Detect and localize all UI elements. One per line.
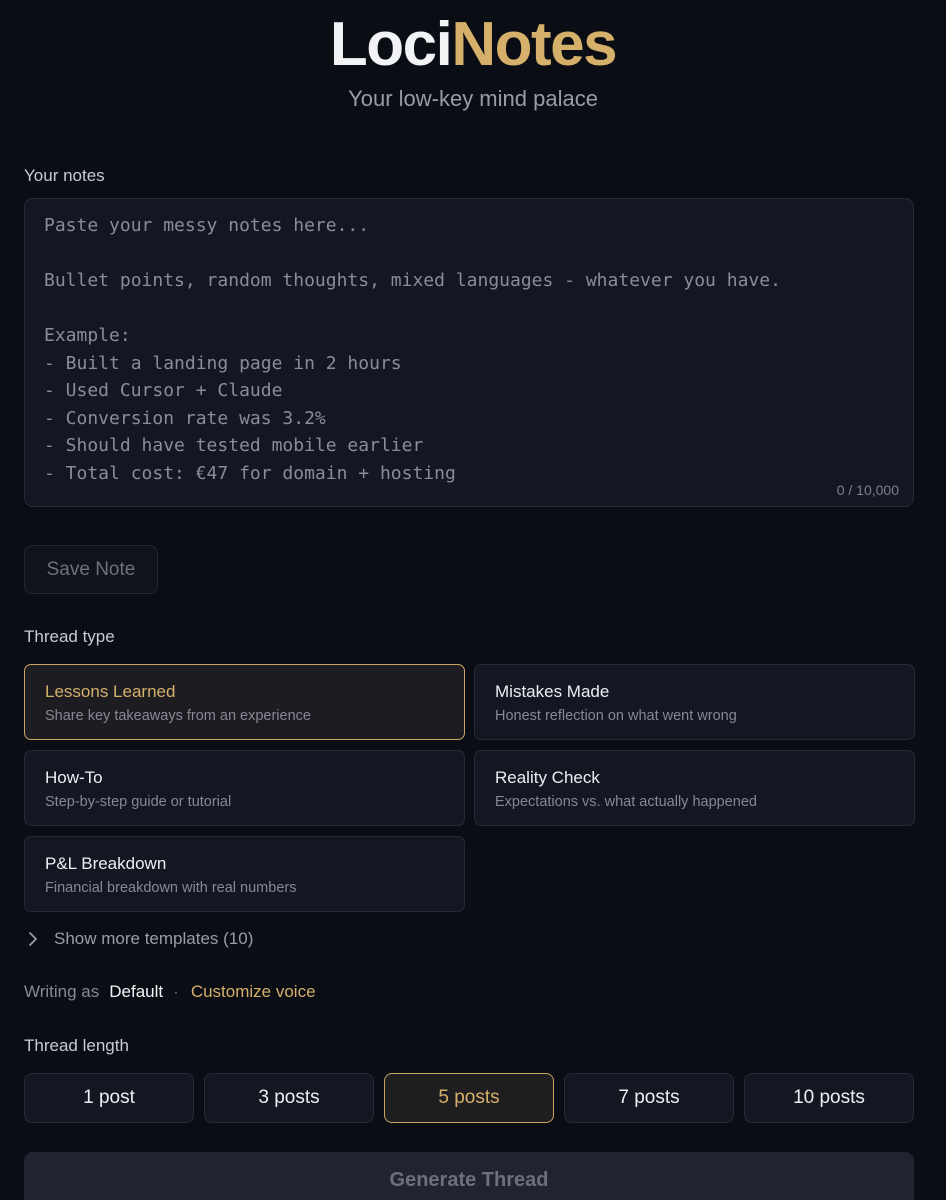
logo-part-notes: Notes <box>451 10 617 79</box>
template-title: Reality Check <box>495 768 600 787</box>
notes-container: 0 / 10,000 <box>24 198 914 507</box>
show-more-templates-toggle[interactable]: Show more templates (10) <box>24 926 253 952</box>
template-description: Share key takeaways from an experience <box>45 708 311 724</box>
logo-part-loci: Loci <box>329 10 453 79</box>
length-option-7[interactable]: 7 posts <box>564 1073 734 1123</box>
template-description: Honest reflection on what went wrong <box>495 708 737 724</box>
length-option-1[interactable]: 1 post <box>24 1073 194 1123</box>
template-description: Financial breakdown with real numbers <box>45 880 297 896</box>
generate-thread-button[interactable]: Generate Thread <box>24 1152 914 1200</box>
template-description: Expectations vs. what actually happened <box>495 794 757 810</box>
template-mistakes-made[interactable]: Mistakes Made Honest reflection on what … <box>474 664 915 740</box>
show-more-label: Show more templates (10) <box>54 929 254 948</box>
customize-voice-link[interactable]: Customize voice <box>191 981 316 1003</box>
template-reality-check[interactable]: Reality Check Expectations vs. what actu… <box>474 750 915 826</box>
notes-label: Your notes <box>24 166 105 185</box>
writing-as-label: Writing as <box>24 982 100 1001</box>
template-lessons-learned[interactable]: Lessons Learned Share key takeaways from… <box>24 664 465 740</box>
notes-input[interactable] <box>44 212 894 492</box>
voice-row: Writing as Default · Customize voice <box>24 981 316 1003</box>
chevron-right-icon <box>29 932 37 946</box>
template-title: How-To <box>45 768 103 787</box>
save-note-button[interactable]: Save Note <box>24 545 158 594</box>
length-option-10[interactable]: 10 posts <box>744 1073 914 1123</box>
template-title: P&L Breakdown <box>45 854 167 873</box>
app-logo: LociNotes <box>0 10 946 80</box>
template-title: Lessons Learned <box>45 682 176 701</box>
length-option-5[interactable]: 5 posts <box>384 1073 554 1123</box>
app-page: LociNotes Your low-key mind palace Your … <box>0 0 946 1200</box>
char-counter: 0 / 10,000 <box>836 482 899 498</box>
thread-length-label: Thread length <box>24 1036 129 1055</box>
template-how-to[interactable]: How-To Step-by-step guide or tutorial <box>24 750 465 826</box>
thread-type-label: Thread type <box>24 627 115 646</box>
voice-separator: · <box>173 982 179 1001</box>
length-option-3[interactable]: 3 posts <box>204 1073 374 1123</box>
template-pl-breakdown[interactable]: P&L Breakdown Financial breakdown with r… <box>24 836 465 912</box>
template-description: Step-by-step guide or tutorial <box>45 794 232 810</box>
tagline: Your low-key mind palace <box>348 86 598 111</box>
template-title: Mistakes Made <box>495 682 610 701</box>
voice-value: Default <box>109 982 164 1001</box>
